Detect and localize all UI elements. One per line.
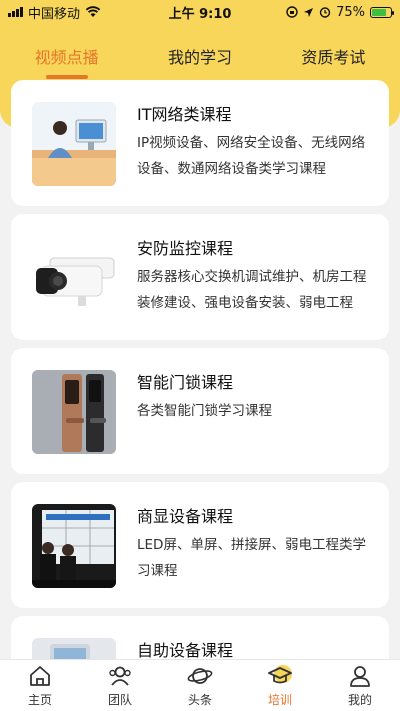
carrier-label: 中国移动 [28,6,81,22]
course-description: 各类智能门锁学习课程 [137,403,272,419]
course-title: 自助设备课程 [137,641,234,660]
battery-percent: 75% [336,4,365,20]
course-title: 商显设备课程 [137,507,234,526]
course-description: 服务器核心交换机调试维护、机房工程装修建设、强电设备安装、弱电工程 [137,269,367,311]
location-icon [304,7,314,17]
user-icon [350,666,370,687]
course-title: 安防监控课程 [137,239,234,258]
nav-profile[interactable]: 我的 [330,663,390,708]
nav-training[interactable]: 培训 [250,663,310,708]
home-icon [30,666,50,686]
course-title: 智能门锁课程 [137,373,234,392]
signal-icon [8,7,23,17]
tab-video-on-demand[interactable]: 视频点播 [31,42,103,70]
clock: 上午 9:10 [168,6,232,22]
nav-team[interactable]: 团队 [90,663,150,708]
course-description: IP视频设备、网络安全设备、无线网络设备、数通网络设备类学习课程 [137,135,366,177]
tab-my-learning[interactable]: 我的学习 [164,42,236,70]
course-list: IT网络类课程 IP视频设备、网络安全设备、无线网络设备、数通网络设备类学习课程… [11,80,389,684]
display-screen-photo [32,504,116,588]
nav-home-label: 主页 [27,693,52,707]
planet-icon [187,668,213,684]
nav-headlines-label: 头条 [187,693,212,707]
course-card-security-monitoring[interactable]: 安防监控课程 服务器核心交换机调试维护、机房工程装修建设、强电设备安装、弱电工程 [11,214,389,340]
graduation-cap-icon [268,665,292,684]
tab-qualification-exam[interactable]: 资质考试 [297,42,369,70]
screen-lock-icon [286,6,298,18]
team-icon [109,666,131,686]
course-card-smart-lock[interactable]: 智能门锁课程 各类智能门锁学习课程 [11,348,389,474]
nav-headlines[interactable]: 头条 [170,663,230,708]
computer-training-photo [32,102,116,186]
course-title: IT网络类课程 [137,105,232,124]
bottom-navigation: 主页 团队 头条 培训 我的 [0,659,400,711]
wifi-icon [85,6,101,17]
top-tabs: 视频点播 我的学习 资质考试 [0,38,400,74]
security-camera-photo [32,236,116,320]
course-card-it-network[interactable]: IT网络类课程 IP视频设备、网络安全设备、无线网络设备、数通网络设备类学习课程 [11,80,389,206]
course-description: LED屏、单屏、拼接屏、弱电工程类学习课程 [137,537,366,579]
nav-home[interactable]: 主页 [10,663,70,708]
nav-profile-label: 我的 [347,693,372,707]
nav-team-label: 团队 [107,693,132,707]
course-card-commercial-display[interactable]: 商显设备课程 LED屏、单屏、拼接屏、弱电工程类学习课程 [11,482,389,608]
nav-training-label: 培训 [267,693,292,707]
smart-door-lock-photo [32,370,116,454]
status-bar: 中国移动 上午 9:10 75% [0,0,400,24]
battery-icon [370,6,394,18]
alarm-icon [319,7,331,18]
